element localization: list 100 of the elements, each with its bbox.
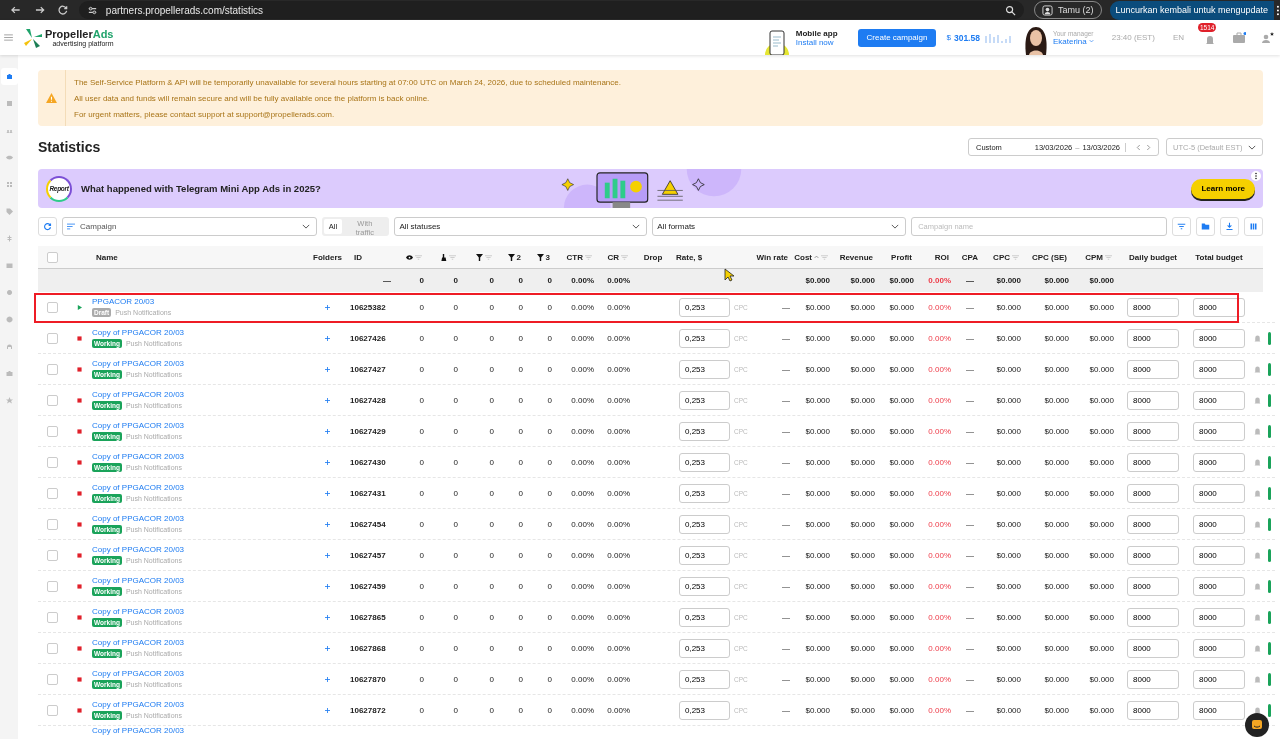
column-header[interactable]: Rate, $ (674, 250, 705, 264)
row-checkbox[interactable] (46, 363, 58, 375)
campaign-link[interactable]: Copy of PPGACOR 20/03 (92, 700, 185, 709)
row-checkbox[interactable] (46, 425, 58, 437)
add-folder-icon[interactable] (325, 397, 330, 403)
campaign-link[interactable]: Copy of PPGACOR 20/03 (92, 328, 185, 337)
create-campaign-button[interactable]: Create campaign (857, 28, 937, 47)
add-folder-icon[interactable] (325, 459, 330, 465)
add-folder-icon[interactable] (325, 521, 330, 527)
stop-icon[interactable] (76, 428, 82, 434)
row-checkbox[interactable] (46, 673, 58, 685)
briefcase-icon[interactable] (1232, 31, 1246, 44)
campaign-link[interactable]: Copy of PPGACOR 20/03 (92, 390, 185, 399)
total-budget-field[interactable]: 8000 (1193, 359, 1245, 379)
column-header[interactable]: Revenue (837, 250, 875, 264)
add-folder-icon[interactable] (325, 707, 330, 713)
daily-budget-field[interactable]: 8000 (1127, 576, 1179, 596)
daily-budget-field[interactable]: 8000 (1127, 514, 1179, 534)
bar-chart-icon[interactable] (984, 32, 1011, 43)
column-header[interactable]: Win rate (754, 250, 790, 264)
daily-budget-field[interactable]: 8000 (1127, 359, 1179, 379)
add-folder-icon[interactable] (325, 552, 330, 558)
rate-field[interactable]: 0,253 (679, 514, 730, 534)
filter-button[interactable] (1172, 216, 1191, 236)
balance-amount[interactable]: 301.58 (953, 32, 980, 43)
back-icon[interactable] (10, 4, 22, 16)
next-icon[interactable] (1146, 143, 1151, 151)
column-header[interactable]: Daily budget (1127, 250, 1179, 264)
address-bar[interactable]: partners.propellerads.com/statistics (78, 1, 1024, 19)
row-checkbox[interactable] (46, 642, 58, 654)
grouping-select[interactable]: Campaign (62, 216, 317, 236)
stop-icon[interactable] (76, 366, 82, 372)
campaign-link[interactable]: Copy of PPGACOR 20/03 (92, 607, 185, 616)
column-header[interactable]: Folders (311, 250, 344, 264)
campaign-link[interactable]: Copy of PPGACOR 20/03 (92, 421, 185, 430)
stop-icon[interactable] (76, 614, 82, 620)
select-all-checkbox[interactable] (46, 251, 58, 263)
add-folder-icon[interactable] (325, 614, 330, 620)
row-checkbox[interactable] (46, 580, 58, 592)
rate-field[interactable]: 0,253 (679, 297, 730, 317)
daily-budget-field[interactable]: 8000 (1127, 452, 1179, 472)
rate-field[interactable]: 0,253 (679, 328, 730, 348)
total-budget-field[interactable]: 8000 (1193, 545, 1245, 565)
campaign-link[interactable]: Copy of PPGACOR 20/03 (92, 483, 185, 492)
campaign-link[interactable]: Copy of PPGACOR 20/03 (92, 545, 185, 554)
rate-field[interactable]: 0,253 (679, 607, 730, 627)
campaign-link[interactable]: Copy of PPGACOR 20/03 (92, 576, 185, 585)
rate-field[interactable]: 0,253 (679, 545, 730, 565)
refresh-button[interactable] (38, 216, 57, 236)
column-header[interactable]: Profit (889, 250, 914, 264)
daily-budget-field[interactable]: 8000 (1127, 421, 1179, 441)
rate-field[interactable]: 0,253 (679, 359, 730, 379)
column-header[interactable]: CPM (1083, 250, 1114, 264)
add-folder-icon[interactable] (325, 645, 330, 651)
filter-icon[interactable] (1105, 254, 1112, 260)
rate-field[interactable]: 0,253 (679, 483, 730, 503)
update-button[interactable]: Luncurkan kembali untuk mengupdate (1109, 0, 1275, 20)
stop-icon[interactable] (76, 645, 82, 651)
user-icon[interactable] (1260, 31, 1274, 44)
columns-button[interactable] (1244, 216, 1263, 236)
rate-field[interactable]: 0,253 (679, 638, 730, 658)
stop-icon[interactable] (76, 397, 82, 403)
campaign-link[interactable]: Copy of PPGACOR 20/03 (92, 452, 185, 461)
daily-budget-field[interactable]: 8000 (1127, 669, 1179, 689)
stop-icon[interactable] (76, 490, 82, 496)
total-budget-field[interactable]: 8000 (1193, 638, 1245, 658)
profile-button[interactable]: Tamu (2) (1034, 1, 1102, 19)
daily-budget-field[interactable]: 8000 (1127, 483, 1179, 503)
add-folder-icon[interactable] (325, 304, 330, 310)
filter-icon[interactable] (485, 254, 492, 260)
rate-field[interactable]: 0,253 (679, 700, 730, 720)
stop-icon[interactable] (76, 676, 82, 682)
total-budget-field[interactable]: 8000 (1193, 483, 1245, 503)
forward-icon[interactable] (33, 4, 46, 16)
daily-budget-field[interactable]: 8000 (1127, 607, 1179, 627)
column-header[interactable]: ID (352, 250, 364, 264)
add-folder-icon[interactable] (325, 676, 330, 682)
stop-icon[interactable] (76, 707, 82, 713)
rate-field[interactable]: 0,253 (679, 576, 730, 596)
campaign-link[interactable]: Copy of PPGACOR 20/03 (92, 359, 185, 368)
stop-icon[interactable] (76, 552, 82, 558)
campaign-link[interactable]: Copy of PPGACOR 20/03 (92, 514, 185, 523)
column-header[interactable]: Cost (792, 250, 830, 264)
column-header[interactable]: CPC (SE) (1029, 250, 1069, 264)
column-header[interactable]: CR (605, 250, 630, 264)
add-folder-icon[interactable] (325, 335, 330, 341)
more-icon[interactable] (1251, 171, 1261, 181)
rate-field[interactable]: 0,253 (679, 390, 730, 410)
sidebar-item[interactable] (0, 68, 18, 85)
column-header[interactable]: ROI (932, 250, 951, 264)
daily-budget-field[interactable]: 8000 (1127, 297, 1179, 317)
daily-budget-field[interactable]: 8000 (1127, 638, 1179, 658)
row-checkbox[interactable] (46, 394, 58, 406)
stop-icon[interactable] (76, 583, 82, 589)
site-settings-icon[interactable] (86, 4, 98, 16)
campaign-link[interactable]: Copy of PPGACOR 20/03 (92, 726, 185, 735)
column-header[interactable]: CTR (564, 250, 594, 264)
filter-icon[interactable] (415, 254, 422, 260)
column-header[interactable]: Drop (641, 250, 665, 264)
learn-more-button[interactable]: Learn more (1191, 178, 1255, 199)
